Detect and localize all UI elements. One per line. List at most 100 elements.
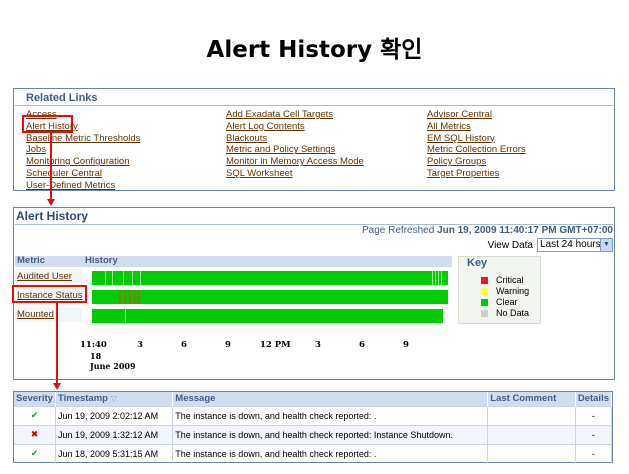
history-event-marker [119, 290, 121, 304]
history-event-marker [124, 290, 126, 304]
clear-swatch [481, 298, 488, 306]
timestamp-cell: Jun 19, 2009 2:02:12 AM [55, 405, 174, 425]
history-event-marker [134, 290, 136, 304]
critical-x-icon: ✖ [14, 424, 56, 444]
axis-tick: 11:40 [80, 340, 107, 350]
key-clear-label: Clear [496, 297, 518, 307]
connector-line [50, 133, 52, 199]
link-monitoring-configuration[interactable]: Monitoring Configuration [26, 156, 140, 168]
key-critical-label: Critical [496, 275, 524, 285]
last-comment-header[interactable]: Last Comment [487, 392, 576, 406]
axis-day: 18 [90, 351, 102, 361]
history-event-marker [129, 290, 131, 304]
details-link[interactable]: - [575, 405, 613, 425]
related-links-panel: Related Links Access Alert History Basel… [13, 88, 615, 191]
key-no-data: No Data [481, 308, 529, 318]
severity-header[interactable]: Severity [14, 392, 56, 406]
link-monitor-in-memory-access-mode[interactable]: Monitor in Memory Access Mode [226, 156, 364, 168]
history-marker [112, 271, 113, 285]
link-jobs[interactable]: Jobs [26, 144, 140, 156]
timestamp-cell: Jun 19, 2009 1:32:12 AM [55, 424, 174, 444]
link-em-sql-history[interactable]: EM SQL History [427, 133, 526, 145]
link-baseline-metric-thresholds[interactable]: Baseline Metric Thresholds [26, 133, 140, 145]
history-event-marker [138, 290, 140, 304]
key-title: Key [467, 257, 488, 269]
comment-cell [487, 443, 576, 463]
key-warning-label: Warning [496, 286, 530, 296]
table-row: ✖ Jun 19, 2009 1:32:12 AM The instance i… [14, 424, 613, 444]
timestamp-header[interactable]: Timestamp ▽ [55, 392, 174, 406]
link-blackouts[interactable]: Blackouts [226, 133, 364, 145]
details-header[interactable]: Details [575, 392, 613, 406]
axis-tick: 3 [315, 340, 321, 350]
view-data-label: View Data [487, 239, 533, 251]
clear-check-icon: ✔ [14, 443, 56, 463]
view-data-selected: Last 24 hours [540, 239, 601, 250]
link-sql-worksheet[interactable]: SQL Worksheet [226, 168, 364, 180]
critical-swatch [481, 276, 488, 284]
highlight-alert-history-link [22, 115, 73, 133]
link-advisor-central[interactable]: Advisor Central [427, 109, 526, 121]
sort-desc-icon[interactable]: ▽ [111, 394, 117, 403]
history-header-bar: Metric History [15, 255, 452, 267]
metric-mounted[interactable]: Mounted [15, 307, 82, 322]
chevron-down-icon[interactable]: ▼ [600, 239, 612, 251]
key-clear: Clear [481, 297, 518, 307]
message-header[interactable]: Message [172, 392, 489, 406]
link-scheduler-central[interactable]: Scheduler Central [26, 168, 140, 180]
link-policy-groups[interactable]: Policy Groups [427, 156, 526, 168]
key-critical: Critical [481, 275, 524, 285]
link-user-defined-metrics[interactable]: User-Defined Metrics [26, 180, 140, 192]
axis-tick: 9 [225, 340, 231, 350]
history-column-header: History [85, 255, 118, 266]
view-data-select[interactable]: Last 24 hours ▼ [537, 238, 613, 252]
table-row: ✔ Jun 19, 2009 2:02:12 AM The instance i… [14, 405, 613, 425]
related-links-divider [15, 105, 613, 106]
history-track-instance-status [92, 290, 448, 304]
history-marker [125, 309, 126, 323]
link-target-properties[interactable]: Target Properties [427, 168, 526, 180]
related-links-column-2: Add Exadata Cell Targets Alert Log Conte… [226, 109, 364, 180]
highlight-instance-status [12, 285, 87, 303]
page-refreshed-info: Page Refreshed Jun 19, 2009 11:40:17 PM … [362, 225, 613, 236]
table-row: ✔ Jun 18, 2009 5:31:15 AM The instance i… [14, 443, 613, 463]
axis-tick: 12 PM [260, 340, 291, 350]
key-legend: Key Critical Warning Clear No Data [458, 256, 541, 324]
axis-tick: 6 [181, 340, 187, 350]
arrow-down-icon [47, 199, 55, 206]
link-all-metrics[interactable]: All Metrics [427, 121, 526, 133]
history-marker [435, 271, 436, 285]
page-refreshed-time: Jun 19, 2009 11:40:17 PM GMT+07:00 [437, 225, 613, 236]
table-header-row: Severity Timestamp ▽ Message Last Commen… [14, 392, 613, 406]
metric-column-header: Metric [17, 255, 45, 266]
alert-history-title: Alert History [16, 209, 89, 223]
clear-check-icon: ✔ [14, 405, 56, 425]
history-marker [132, 271, 133, 285]
axis-tick: 6 [359, 340, 365, 350]
metric-audited-user[interactable]: Audited User [15, 269, 82, 284]
view-data-control: View Data Last 24 hours ▼ [488, 238, 613, 252]
page-refreshed-label: Page Refreshed [362, 225, 435, 236]
link-alert-log-contents[interactable]: Alert Log Contents [226, 121, 364, 133]
history-marker [105, 271, 106, 285]
history-track-mounted [92, 309, 443, 323]
alerts-table: Severity Timestamp ▽ Message Last Commen… [14, 392, 613, 463]
link-metric-collection-errors[interactable]: Metric Collection Errors [427, 144, 526, 156]
arrow-down-icon [53, 383, 61, 390]
timestamp-header-label: Timestamp [57, 393, 108, 405]
history-marker [140, 271, 141, 285]
alert-history-panel: Alert History Page Refreshed Jun 19, 200… [13, 207, 615, 380]
message-cell: The instance is down, and health check r… [172, 424, 489, 444]
details-link[interactable]: - [575, 424, 613, 444]
comment-cell [487, 405, 576, 425]
link-metric-and-policy-settings[interactable]: Metric and Policy Settings [226, 144, 364, 156]
comment-cell [487, 424, 576, 444]
details-link[interactable]: - [575, 443, 613, 463]
slide-title: Alert History 확인 [206, 37, 423, 63]
link-add-exadata-cell-targets[interactable]: Add Exadata Cell Targets [226, 109, 364, 121]
message-cell: The instance is down, and health check r… [172, 405, 489, 425]
message-cell: The instance is down, and health check r… [172, 443, 489, 463]
connector-line [56, 303, 58, 383]
history-marker [123, 271, 124, 285]
axis-tick: 3 [137, 340, 143, 350]
